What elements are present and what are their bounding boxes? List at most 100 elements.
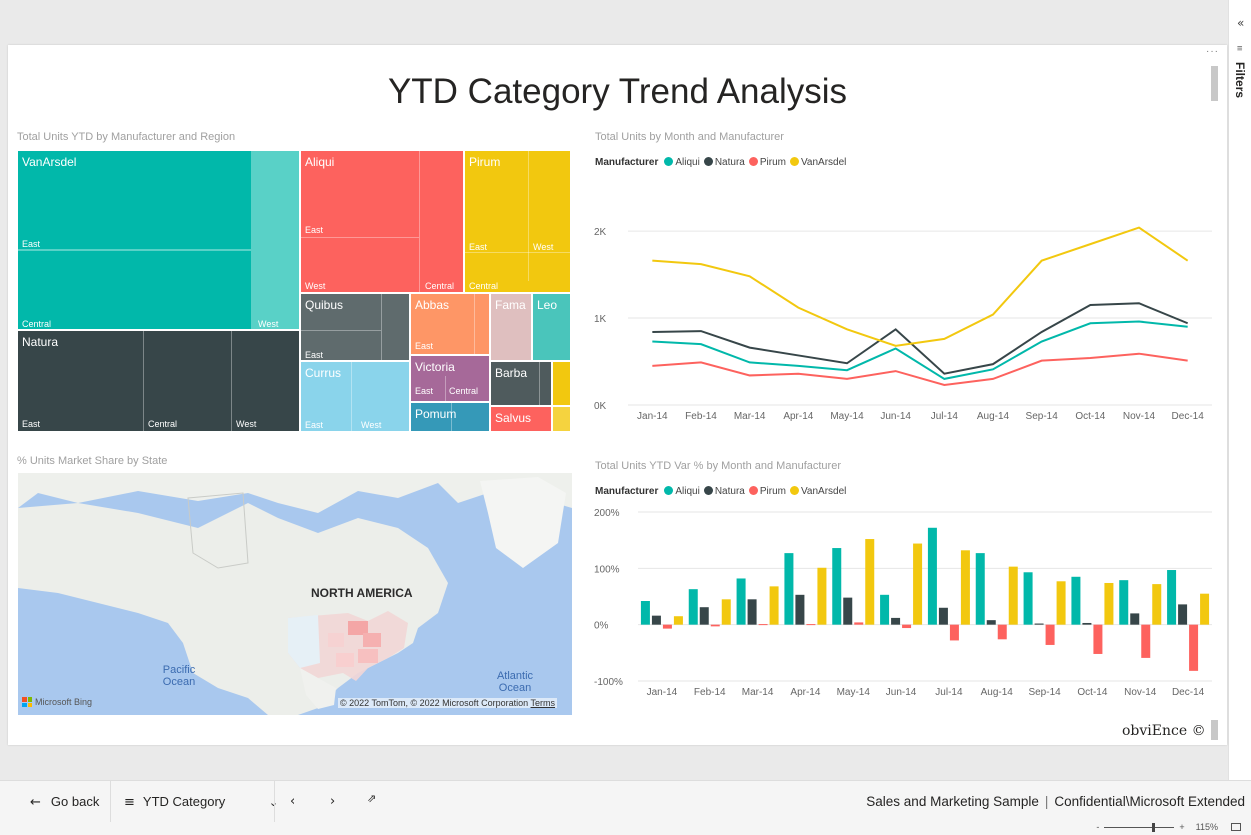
x-tick-label: Dec-14	[1172, 687, 1205, 698]
treemap-cell-pomum[interactable]: Pomum	[410, 402, 490, 432]
vertical-scrollbar-bottom[interactable]	[1211, 720, 1218, 740]
bar-pirum	[1093, 624, 1103, 654]
treemap-cell-natura[interactable]: Natura East Central West	[17, 330, 300, 432]
treemap-cell-salvus[interactable]: Salvus	[490, 406, 552, 432]
bing-label: Microsoft Bing	[35, 697, 93, 707]
status-bar: - + 115%	[0, 822, 1251, 835]
legend-item-vanarsdel[interactable]: VanArsdel	[789, 486, 846, 497]
treemap-visual[interactable]: VanArsdel East Central West Natura East Centra…	[17, 150, 571, 432]
zoom-control[interactable]: - + 115%	[1096, 822, 1241, 832]
bar-pirum	[902, 624, 912, 629]
bar-aliqui	[736, 578, 746, 625]
collapse-filters-icon[interactable]: «	[1237, 16, 1244, 30]
zoom-in-button[interactable]: +	[1179, 822, 1184, 832]
treemap-region-label: West	[305, 281, 326, 291]
bar-natura	[747, 599, 757, 625]
x-tick-label: Mar-14	[734, 411, 766, 422]
bar-aliqui	[1167, 570, 1177, 625]
fit-to-page-icon[interactable]	[1231, 823, 1241, 831]
treemap-region-label: Central	[469, 281, 499, 291]
treemap-subdivider	[465, 252, 570, 253]
bar-chart[interactable]: -100% 0% 100% 200% Jan-14 Feb-14 Mar-14 Apr-14 M…	[590, 500, 1220, 705]
map-visual[interactable]: NORTH AMERICA Pacific Ocean Atlantic Oce…	[18, 473, 572, 715]
treemap-region-label: East	[305, 225, 324, 235]
line-chart[interactable]: 0K 1K 2K Jan-14 Feb-14 Mar-14 Apr-14 May-14 Jun-…	[590, 200, 1220, 430]
treemap-cell-other[interactable]	[552, 361, 571, 406]
treemap-cell-currus[interactable]: Currus East West	[300, 361, 410, 432]
bar-natura	[651, 615, 661, 625]
zoom-slider[interactable]	[1104, 822, 1175, 832]
bar-chart-title: Total Units YTD Var % by Month and Manuf…	[595, 460, 841, 472]
treemap-region-label: East	[469, 242, 488, 252]
bar-pirum	[806, 624, 816, 626]
treemap-cell-aliqui[interactable]: Aliqui East West Central	[300, 150, 464, 293]
fullscreen-exit-icon[interactable]: ⇗	[367, 792, 376, 805]
line-chart-legend: Manufacturer Aliqui Natura Pirum VanArsdel	[595, 157, 846, 168]
bar-aliqui	[832, 548, 842, 625]
map-terms-link[interactable]: Terms	[531, 698, 556, 708]
treemap-subdivider	[301, 237, 419, 238]
treemap-cell-vanarsdel[interactable]: VanArsdel East Central West	[17, 150, 300, 330]
x-tick-label: Oct-14	[1075, 411, 1105, 422]
x-tick-label: Apr-14	[790, 687, 820, 698]
bar-natura	[938, 607, 948, 625]
legend-item-aliqui[interactable]: Aliqui	[664, 157, 700, 168]
treemap-cell-barba[interactable]: Barba	[490, 361, 552, 406]
treemap-cell-fama[interactable]: Fama	[490, 293, 532, 361]
legend-item-natura[interactable]: Natura	[703, 157, 745, 168]
go-back-button[interactable]: ← Go back	[30, 794, 99, 810]
treemap-cell-other[interactable]	[552, 406, 571, 432]
treemap-cell-victoria[interactable]: Victoria East Central	[410, 355, 490, 402]
map-label-continent: NORTH AMERICA	[311, 586, 413, 600]
legend-item-pirum[interactable]: Pirum	[748, 157, 786, 168]
legend-item-pirum[interactable]: Pirum	[748, 486, 786, 497]
filters-pane-label[interactable]: Filters	[1233, 62, 1247, 98]
treemap-subdivider	[451, 403, 452, 431]
treemap-cell-label: Victoria	[415, 360, 455, 374]
filters-pane[interactable]: « ≡ Filters	[1228, 0, 1251, 780]
x-tick-label: Jan-14	[637, 411, 668, 422]
previous-page-icon[interactable]: ‹	[290, 794, 295, 809]
treemap-region-label: West	[236, 419, 257, 429]
treemap-cell-abbas[interactable]: Abbas East	[410, 293, 490, 355]
bar-vanarsdel	[913, 543, 923, 625]
treemap-cell-pirum[interactable]: Pirum East West Central	[464, 150, 571, 293]
page-name: YTD Category	[142, 794, 226, 809]
breadcrumb-report: Sales and Marketing Sample	[866, 794, 1039, 809]
page-selector-dropdown[interactable]: ≡YTD Category ⌄	[124, 794, 278, 810]
treemap-subdivider	[381, 294, 382, 360]
legend-item-natura[interactable]: Natura	[703, 486, 745, 497]
treemap-subdivider	[301, 330, 381, 331]
zoom-slider-thumb[interactable]	[1152, 822, 1156, 832]
bar-vanarsdel	[1152, 584, 1162, 625]
x-tick-label: Nov-14	[1124, 687, 1157, 698]
bar-natura	[1082, 622, 1092, 625]
state-central	[328, 633, 344, 647]
land-northamerica	[18, 503, 448, 715]
treemap-region-label: West	[533, 242, 554, 252]
x-tick-label: Dec-14	[1172, 411, 1205, 422]
sensitivity-label[interactable]: Confidential\Microsoft Extended	[1054, 794, 1245, 809]
bar-vanarsdel	[1104, 582, 1114, 625]
legend-item-vanarsdel[interactable]: VanArsdel	[789, 157, 846, 168]
bottom-navigation-bar: ←Go back ≡YTD Category ⌄ ‹ › ⇗ Sales and…	[0, 780, 1251, 823]
treemap-cell-label: Leo	[537, 298, 558, 312]
legend-marker	[664, 157, 674, 166]
treemap-cell-label: VanArsdel	[22, 155, 77, 169]
treemap-region-label: Central	[22, 319, 52, 329]
treemap-subdivider	[419, 151, 420, 292]
next-page-icon[interactable]: ›	[330, 794, 335, 809]
treemap-cell-label: Natura	[22, 335, 59, 349]
legend-item-aliqui[interactable]: Aliqui	[664, 486, 700, 497]
bar-vanarsdel	[865, 539, 875, 625]
bar-aliqui	[688, 589, 698, 625]
zoom-out-button[interactable]: -	[1096, 822, 1099, 832]
bar-pirum	[758, 624, 768, 626]
treemap-cell-quibus[interactable]: Quibus East	[300, 293, 410, 361]
treemap-cell-leo[interactable]: Leo	[532, 293, 571, 361]
x-tick-label: Jun-14	[880, 411, 911, 422]
breadcrumb-separator: |	[1044, 794, 1049, 809]
more-options-icon[interactable]: ···	[1206, 46, 1219, 57]
y-tick-label: 200%	[594, 508, 620, 519]
treemap-subdivider	[528, 151, 529, 281]
